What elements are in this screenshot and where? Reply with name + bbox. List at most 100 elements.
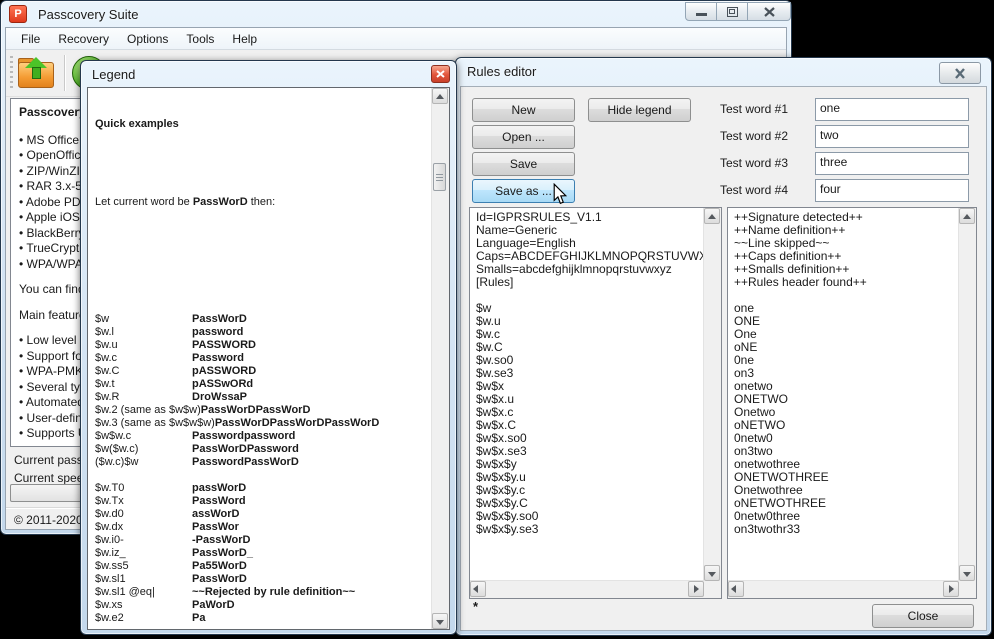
scroll-up-arrow[interactable] bbox=[704, 208, 720, 224]
new-button[interactable]: New bbox=[472, 98, 575, 122]
rules-editor-close-button[interactable] bbox=[939, 62, 981, 84]
test-word-row: Test word #4 four bbox=[720, 179, 965, 200]
close-icon bbox=[954, 68, 966, 79]
main-titlebar[interactable]: Passcovery SuiteP Passcovery Suite bbox=[1, 1, 791, 27]
legend-line: $w.T0passWorD bbox=[95, 482, 430, 495]
legend-line: $w.uPASSWORD bbox=[95, 339, 430, 352]
legend-text: Quick examples Let current word be PassW… bbox=[88, 88, 432, 629]
test-word-input[interactable]: four bbox=[815, 179, 969, 202]
scroll-left-arrow[interactable] bbox=[470, 581, 486, 597]
output-vscrollbar[interactable] bbox=[958, 208, 976, 581]
output-textarea[interactable]: ++Signature detected++ ++Name definition… bbox=[727, 207, 977, 599]
hide-legend-button[interactable]: Hide legend bbox=[588, 98, 691, 122]
legend-line: $w.xsPaWorD bbox=[95, 599, 430, 612]
test-word-row: Test word #1 one bbox=[720, 98, 965, 119]
legend-window: Legend Quick examples Let current word b… bbox=[80, 60, 457, 635]
rules-editor-titlebar[interactable]: Rules editor bbox=[456, 58, 991, 84]
scroll-thumb[interactable] bbox=[433, 163, 446, 191]
legend-heading: Quick examples bbox=[95, 118, 430, 131]
legend-line: $w.e2Pa bbox=[95, 612, 430, 625]
minimize-icon bbox=[696, 13, 707, 16]
rules-text: Id=IGPRSRULES_V1.1 Name=Generic Language… bbox=[470, 208, 704, 581]
legend-line: ($w.c)$wPasswordPassWorD bbox=[95, 456, 430, 469]
desktop: Passcovery SuiteP Passcovery Suite bbox=[0, 0, 994, 639]
legend-line: $wPassWorD bbox=[95, 313, 430, 326]
legend-titlebar[interactable]: Legend bbox=[81, 61, 456, 87]
menu-item[interactable]: Tools bbox=[177, 30, 223, 48]
test-word-label: Test word #3 bbox=[720, 156, 788, 170]
legend-intro: Let current word be PassWorD then: bbox=[95, 196, 430, 209]
scroll-down-arrow[interactable] bbox=[704, 565, 720, 581]
maximize-button[interactable] bbox=[717, 2, 748, 21]
legend-line: $w.cPassword bbox=[95, 352, 430, 365]
legend-line: $w.CpASSWORD bbox=[95, 365, 430, 378]
rules-vscrollbar[interactable] bbox=[703, 208, 721, 581]
legend-close-button[interactable] bbox=[431, 65, 450, 83]
menu-item[interactable]: File bbox=[12, 30, 49, 48]
legend-line: $w.dxPassWor bbox=[95, 521, 430, 534]
test-word-input[interactable]: two bbox=[815, 125, 969, 148]
menu-item[interactable]: Recovery bbox=[49, 30, 118, 48]
copyright-text: © 2011-2020 bbox=[14, 513, 83, 527]
test-word-label: Test word #1 bbox=[720, 102, 788, 116]
legend-line: $w.sl1PassWorD bbox=[95, 573, 430, 586]
scroll-up-arrow[interactable] bbox=[432, 88, 448, 104]
legend-line: $w.RDroWssaP bbox=[95, 391, 430, 404]
output-hscrollbar[interactable] bbox=[728, 580, 959, 598]
toolbar-grip[interactable] bbox=[10, 56, 13, 90]
legend-line: $w.i0--PassWorD bbox=[95, 534, 430, 547]
legend-line: $w.2 (same as $w$w)PassWorDPassWorD bbox=[95, 404, 430, 417]
close-dialog-button[interactable]: Close bbox=[872, 604, 974, 628]
scroll-right-arrow[interactable] bbox=[688, 581, 704, 597]
open-file-icon[interactable] bbox=[18, 55, 54, 87]
scroll-up-arrow[interactable] bbox=[959, 208, 975, 224]
main-window-title: Passcovery Suite bbox=[27, 7, 138, 22]
modified-indicator: * bbox=[473, 599, 478, 614]
test-word-input[interactable]: one bbox=[815, 98, 969, 121]
legend-line: $w($w.c)PassWorDPassword bbox=[95, 443, 430, 456]
save-button[interactable]: Save bbox=[472, 152, 575, 176]
rules-editor-window: Rules editor New Open ... Save Save as .… bbox=[455, 57, 992, 636]
scroll-down-arrow[interactable] bbox=[432, 613, 448, 629]
legend-line bbox=[95, 469, 430, 482]
legend-line bbox=[95, 625, 430, 629]
minimize-button[interactable] bbox=[685, 2, 717, 21]
menu-bar: FileRecoveryOptionsToolsHelp bbox=[6, 28, 786, 50]
legend-content[interactable]: Quick examples Let current word be PassW… bbox=[87, 87, 450, 630]
legend-title: Legend bbox=[81, 67, 135, 82]
legend-line: $w.tpASSwORd bbox=[95, 378, 430, 391]
legend-line: $w.d0assWorD bbox=[95, 508, 430, 521]
menu-item[interactable]: Help bbox=[223, 30, 266, 48]
rules-editor-client: New Open ... Save Save as ... Hide legen… bbox=[460, 86, 987, 631]
toolbar-separator bbox=[64, 55, 66, 91]
rules-editor-title: Rules editor bbox=[456, 64, 536, 79]
close-button[interactable] bbox=[748, 2, 791, 21]
test-word-row: Test word #2 two bbox=[720, 125, 965, 146]
restore-icon bbox=[727, 7, 738, 17]
legend-line: $w.lpassword bbox=[95, 326, 430, 339]
output-text: ++Signature detected++ ++Name definition… bbox=[728, 208, 959, 581]
scroll-down-arrow[interactable] bbox=[959, 565, 975, 581]
legend-example-lines: $wPassWorD $w.lpassword $w.uPASSWORD $w.… bbox=[95, 274, 430, 629]
scroll-right-arrow[interactable] bbox=[943, 581, 959, 597]
legend-line: $w.3 (same as $w$w$w)PassWorDPassWorDPas… bbox=[95, 417, 430, 430]
legend-line: $w.iz_PassWorD_ bbox=[95, 547, 430, 560]
legend-line: $w$w.cPasswordpassword bbox=[95, 430, 430, 443]
close-icon bbox=[764, 7, 775, 17]
test-word-label: Test word #4 bbox=[720, 183, 788, 197]
legend-scrollbar[interactable] bbox=[431, 88, 449, 629]
test-word-input[interactable]: three bbox=[815, 152, 969, 175]
legend-line: $w.ss5Pa55WorD bbox=[95, 560, 430, 573]
close-icon bbox=[436, 70, 445, 78]
caption-buttons bbox=[685, 2, 791, 21]
rules-hscrollbar[interactable] bbox=[470, 580, 704, 598]
rules-textarea[interactable]: Id=IGPRSRULES_V1.1 Name=Generic Language… bbox=[469, 207, 722, 599]
app-icon: Passcovery SuiteP bbox=[9, 5, 27, 23]
menu-item[interactable]: Options bbox=[118, 30, 177, 48]
scroll-left-arrow[interactable] bbox=[728, 581, 744, 597]
legend-line: $w.TxPassWord bbox=[95, 495, 430, 508]
mouse-cursor bbox=[551, 183, 569, 210]
open-button[interactable]: Open ... bbox=[472, 125, 575, 149]
test-word-row: Test word #3 three bbox=[720, 152, 965, 173]
legend-line: $w.sl1 @eq|~~Rejected by rule definition… bbox=[95, 586, 430, 599]
